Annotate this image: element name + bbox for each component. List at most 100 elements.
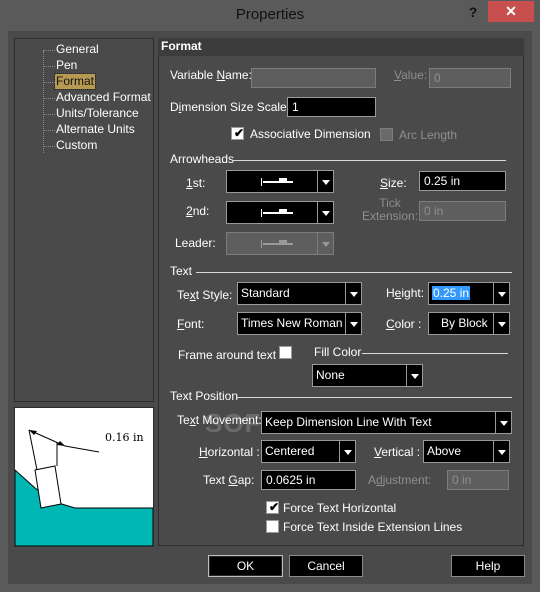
arrow-style-icon [261, 178, 293, 186]
chevron-down-icon[interactable] [317, 171, 333, 192]
tree-item-general[interactable]: General [56, 42, 99, 57]
text-movement-value: Keep Dimension Line With Text [265, 415, 432, 429]
arrowhead-shape [279, 209, 287, 214]
font-label: Font: [177, 317, 205, 331]
chevron-down-icon[interactable] [406, 365, 422, 386]
tree-item-format[interactable]: Format [53, 73, 97, 90]
force-text-horizontal-label: Force Text Horizontal [283, 501, 397, 515]
cancel-button[interactable]: Cancel [289, 555, 363, 577]
frame-around-text-checkbox[interactable] [279, 346, 292, 359]
preview-drawing: 0.16 in [14, 429, 154, 547]
fill-color-select[interactable]: None [312, 364, 423, 387]
text-height-label: Height: [386, 286, 425, 300]
arrowhead-shape [279, 178, 287, 183]
color-label: Color : [386, 317, 422, 331]
fill-color-separator [362, 353, 508, 354]
dimension-size-scale-label: Dimension Size Scale: [170, 100, 291, 114]
text-gap-field[interactable]: 0.0625 in [261, 470, 356, 490]
chevron-down-icon[interactable] [317, 202, 333, 223]
text-position-section-label: Text Position [170, 389, 239, 403]
ok-button[interactable]: OK [208, 555, 283, 577]
adjustment-label: Adjustment: [368, 473, 432, 487]
preview-extension-line-1 [28, 429, 38, 471]
text-height-value: 0.25 in [432, 286, 471, 300]
chevron-down-icon[interactable] [345, 283, 361, 304]
window-title: Properties [235, 6, 305, 23]
vertical-label: Vertical : [374, 445, 421, 459]
tree-connector [43, 50, 55, 51]
dimension-size-scale-field[interactable]: 1 [287, 97, 376, 117]
chevron-down-icon[interactable] [345, 313, 361, 334]
text-height-select[interactable]: 0.25 in [428, 282, 510, 305]
arc-length-checkbox[interactable] [380, 128, 393, 141]
format-panel-header: Format [158, 38, 524, 56]
force-text-horizontal-checkbox[interactable]: ✔ [266, 501, 279, 514]
checkmark-icon: ✔ [234, 126, 245, 140]
variable-name-field[interactable] [251, 68, 376, 88]
tree-connector [43, 146, 55, 147]
arrowhead-2nd-select[interactable] [226, 201, 334, 224]
text-style-label: Text Style: [177, 288, 233, 302]
tree-item-advanced-format[interactable]: Advanced Format [56, 90, 151, 105]
preview-arrowhead-2 [57, 441, 65, 446]
value-field[interactable]: 0 [429, 68, 511, 88]
tree-connector [43, 66, 55, 67]
chevron-down-icon[interactable] [495, 412, 511, 433]
arc-length-label: Arc Length [399, 128, 458, 142]
color-value: By Block [441, 316, 488, 330]
tree-connector [43, 130, 55, 131]
tick-extension-field[interactable]: 0 in [419, 201, 506, 221]
value-label: Value: [394, 68, 428, 82]
text-movement-select[interactable]: Keep Dimension Line With Text [261, 411, 512, 434]
chevron-down-icon[interactable] [339, 441, 355, 462]
tree-connector [43, 114, 55, 115]
tree-item-units-tolerance[interactable]: Units/Tolerance [56, 106, 139, 121]
text-gap-label: Text Gap: [203, 473, 255, 487]
preview-leader-line [64, 445, 100, 453]
preview-dimension-label: 0.16 in [105, 431, 144, 444]
leader-arrowhead-select[interactable] [226, 232, 334, 255]
arrowhead-shape [279, 240, 287, 245]
font-value: Times New Roman [241, 316, 343, 330]
chevron-down-icon[interactable] [493, 313, 509, 334]
force-text-inside-checkbox[interactable] [266, 520, 279, 533]
arrowheads-separator [232, 160, 506, 161]
chevron-down-icon[interactable] [493, 283, 509, 304]
adjustment-field[interactable]: 0 in [447, 470, 509, 490]
close-icon[interactable]: ✕ [488, 1, 534, 22]
help-button[interactable]: Help [451, 555, 525, 577]
dimension-preview: 0.16 in [14, 407, 154, 547]
arrowhead-1st-label: 1st: [186, 176, 206, 190]
tree-connector [43, 82, 55, 83]
text-height-selected-text: 0.25 in [432, 286, 471, 300]
arrowhead-size-field[interactable]: 0.25 in [419, 171, 506, 191]
arrow-style-icon [261, 240, 293, 248]
text-style-value: Standard [241, 286, 290, 300]
tree-item-pen[interactable]: Pen [56, 58, 77, 73]
preview-fill-shape [14, 468, 154, 547]
horizontal-select[interactable]: Centered [261, 440, 356, 463]
text-section-label: Text [170, 264, 193, 278]
chevron-down-icon[interactable] [317, 233, 333, 254]
arrowhead-1st-select[interactable] [226, 170, 334, 193]
text-movement-label: Text Movement: [177, 413, 262, 427]
arrowheads-section-label: Arrowheads [170, 152, 235, 166]
variable-name-label: Variable Name: [170, 68, 252, 82]
color-select[interactable]: By Block [428, 312, 510, 335]
leader-label: Leader: [175, 236, 216, 250]
fill-color-label: Fill Color [314, 345, 362, 359]
tree-connector [43, 98, 55, 99]
horizontal-label: Horizontal : [199, 445, 260, 459]
tree-item-custom[interactable]: Custom [56, 138, 97, 153]
category-tree: General Pen Format Advanced Format Units… [14, 38, 154, 402]
associative-dimension-checkbox[interactable]: ✔ [231, 127, 244, 140]
chevron-down-icon[interactable] [493, 441, 509, 462]
vertical-select[interactable]: Above [423, 440, 510, 463]
help-icon[interactable]: ? [466, 4, 480, 24]
font-select[interactable]: Times New Roman [237, 312, 362, 335]
text-style-select[interactable]: Standard [237, 282, 362, 305]
associative-dimension-label: Associative Dimension [250, 127, 371, 141]
tree-item-alternate-units[interactable]: Alternate Units [56, 122, 135, 137]
text-separator [196, 272, 512, 273]
checkmark-icon: ✔ [269, 500, 280, 514]
